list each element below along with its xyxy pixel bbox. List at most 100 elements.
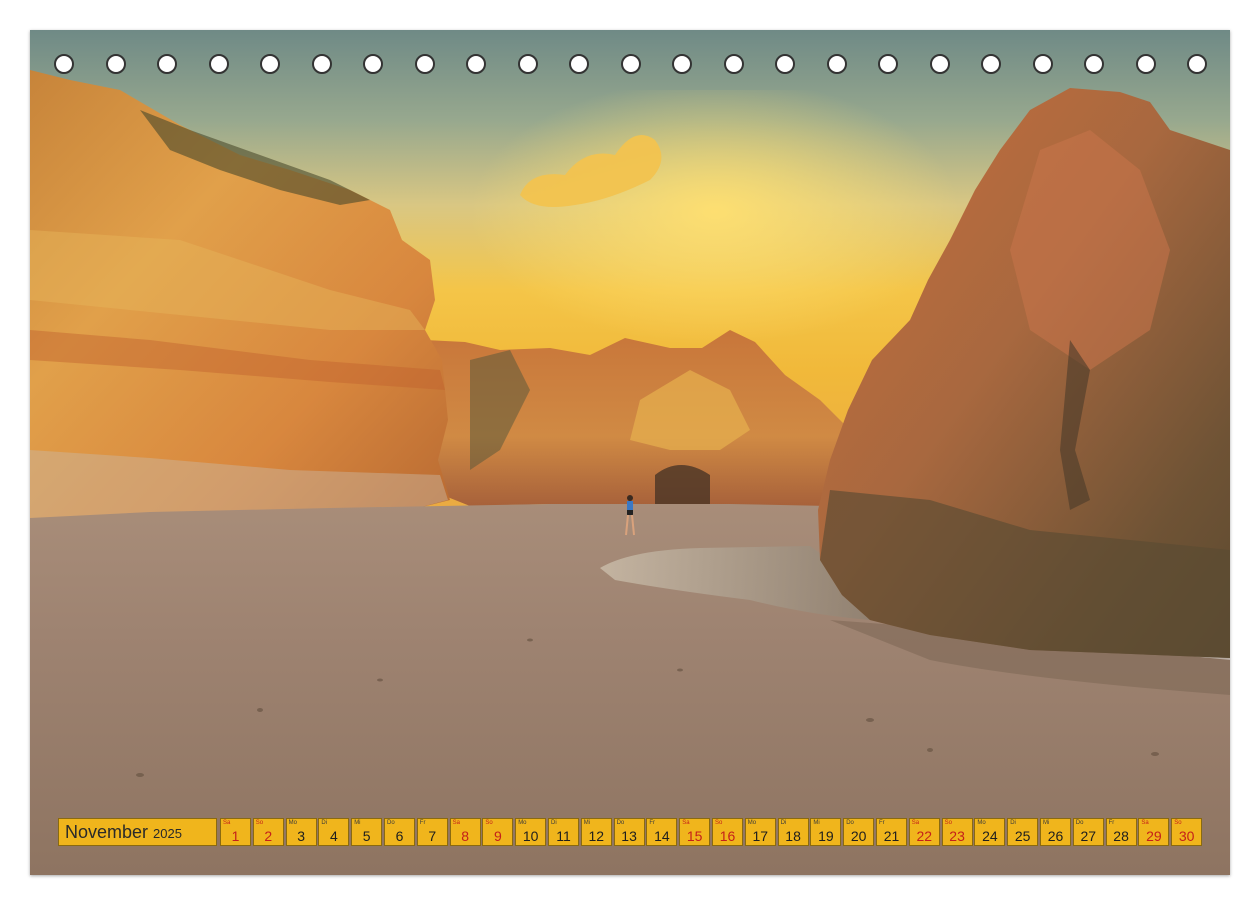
binding-hole <box>826 54 847 74</box>
day-number: 30 <box>1178 828 1195 844</box>
binding-hole <box>260 54 280 74</box>
day-cell: Mi 19 <box>810 818 842 846</box>
day-cell: So 16 <box>712 818 743 846</box>
calendar-page: November 2025 Sa 1 So 2 Mo 3 Di 4 Mi 5 Do 6 Fr 7 Sa 8 So… <box>30 30 1230 875</box>
day-cell: Sa 1 <box>220 818 251 846</box>
day-cell: Sa 8 <box>449 818 481 846</box>
day-cell: Mo 24 <box>974 818 1006 846</box>
binding-hole <box>569 54 589 74</box>
day-cell: Mo 3 <box>285 818 317 846</box>
day-cell: Sa 29 <box>1138 818 1170 846</box>
binding-hole <box>414 54 435 74</box>
weekday-abbr: Mi <box>354 820 361 826</box>
day-cell: Sa 22 <box>908 818 940 846</box>
binding-hole <box>363 54 383 74</box>
day-cell: Do 6 <box>384 818 415 846</box>
day-number: 1 <box>231 828 240 844</box>
day-number: 27 <box>1080 828 1097 844</box>
day-number: 19 <box>818 828 834 844</box>
binding-hole <box>54 54 74 74</box>
day-number: 4 <box>329 828 338 844</box>
day-cell: Do 13 <box>613 818 645 846</box>
day-cell: Di 4 <box>318 818 350 846</box>
day-cell: Mo 10 <box>515 818 547 846</box>
weekday-abbr: Di <box>1010 820 1016 826</box>
day-cell: Di 11 <box>548 818 579 846</box>
weekday-abbr: Mo <box>977 820 986 826</box>
day-number: 24 <box>982 828 998 844</box>
binding-hole <box>1187 54 1207 74</box>
binding-hole <box>1135 54 1156 74</box>
weekday-abbr: So <box>1174 820 1182 826</box>
calendar-bar: November 2025 Sa 1 So 2 Mo 3 Di 4 Mi 5 Do 6 Fr 7 Sa 8 So… <box>58 818 1203 848</box>
day-number: 22 <box>916 828 933 844</box>
day-number: 2 <box>264 828 273 844</box>
day-cell: Do 27 <box>1072 818 1104 846</box>
day-number: 16 <box>719 828 736 844</box>
day-cell: So 2 <box>252 818 284 846</box>
month-year: 2025 <box>153 826 182 841</box>
day-number: 21 <box>883 828 900 844</box>
day-cell: Fr 21 <box>876 818 907 846</box>
weekday-abbr: So <box>715 820 723 826</box>
weekday-abbr: Mi <box>813 820 820 826</box>
weekday-abbr: Sa <box>1141 820 1149 826</box>
weekday-abbr: Sa <box>911 820 920 826</box>
binding-hole <box>466 54 486 74</box>
day-number: 17 <box>752 828 769 844</box>
weekday-abbr: Do <box>846 820 854 826</box>
day-number: 9 <box>493 828 502 844</box>
day-number: 10 <box>522 828 539 844</box>
day-number: 11 <box>556 828 571 844</box>
weekday-abbr: So <box>255 820 264 826</box>
binding-hole <box>878 54 898 74</box>
weekday-abbr: Di <box>780 820 787 826</box>
binding-hole <box>1032 54 1053 74</box>
binding-hole <box>723 54 744 74</box>
binding-hole <box>672 54 692 74</box>
day-cell: Di 18 <box>777 818 809 846</box>
day-cell: Fr 14 <box>646 818 678 846</box>
weekday-abbr: Mo <box>288 820 297 826</box>
day-cell: Mo 17 <box>744 818 776 846</box>
day-cell: So 9 <box>482 818 514 846</box>
weekday-abbr: Do <box>387 820 395 826</box>
binding-hole <box>105 54 126 74</box>
weekday-abbr: Fr <box>649 820 656 826</box>
day-number: 18 <box>785 828 801 844</box>
day-cell: Fr 28 <box>1105 818 1137 846</box>
weekday-abbr: So <box>944 820 952 826</box>
binding-holes <box>30 54 1230 80</box>
weekday-abbr: Do <box>1075 820 1084 826</box>
weekday-abbr: Mi <box>583 820 591 826</box>
day-cell: So 23 <box>941 818 973 846</box>
day-number: 26 <box>1047 828 1064 844</box>
day-cell: Mi 26 <box>1040 818 1071 846</box>
weekday-abbr: Sa <box>682 820 690 826</box>
binding-hole <box>208 54 229 74</box>
day-cell: Mi 12 <box>580 818 612 846</box>
day-number: 29 <box>1146 828 1162 844</box>
weekday-abbr: Sa <box>452 820 460 826</box>
binding-hole <box>929 54 950 74</box>
day-cell: Sa 15 <box>679 818 711 846</box>
weekday-abbr: Mo <box>518 820 527 826</box>
binding-hole <box>775 54 795 74</box>
day-number: 6 <box>395 828 404 844</box>
beach-cliffs-photo <box>30 30 1230 875</box>
day-number: 13 <box>621 828 637 844</box>
day-number: 12 <box>588 828 605 844</box>
day-number: 7 <box>428 828 437 844</box>
binding-hole <box>157 54 177 74</box>
day-cell: Mi 5 <box>351 818 383 846</box>
weekday-abbr: Do <box>616 820 625 826</box>
binding-hole <box>311 54 332 74</box>
day-cell: Di 25 <box>1007 818 1039 846</box>
day-cell: Fr 7 <box>416 818 448 846</box>
day-number: 3 <box>297 828 305 844</box>
weekday-abbr: Di <box>551 820 557 826</box>
month-name: November <box>65 821 149 842</box>
binding-hole <box>517 54 538 74</box>
weekday-abbr: Fr <box>419 820 426 826</box>
weekday-abbr: Mo <box>747 820 757 826</box>
